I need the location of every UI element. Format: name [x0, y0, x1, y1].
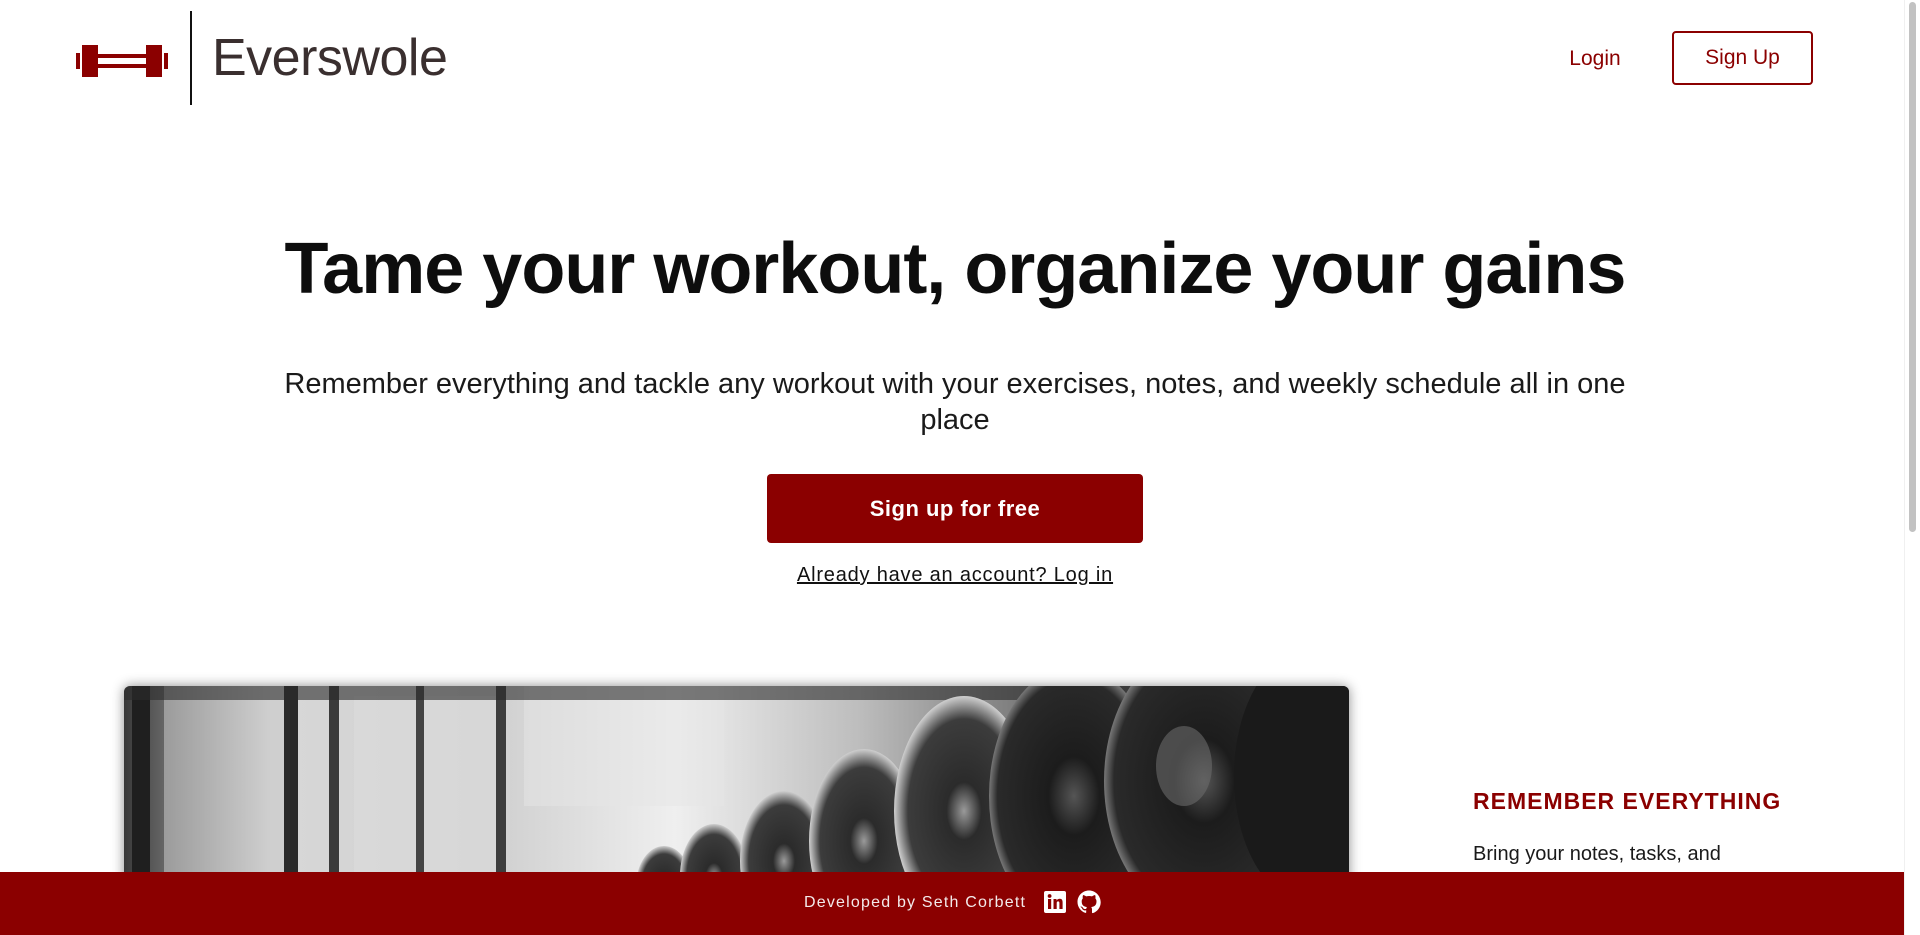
gym-dumbbells-image: [124, 686, 1349, 886]
site-header: Everswole Login Sign Up: [0, 0, 1904, 118]
hero-subtitle: Remember everything and tackle any worko…: [284, 368, 1626, 436]
brand-name[interactable]: Everswole: [212, 26, 448, 90]
scrollbar-thumb[interactable]: [1909, 2, 1916, 532]
github-icon[interactable]: [1077, 890, 1101, 914]
feature-body: Bring your notes, tasks, and: [1473, 843, 1721, 865]
site-footer: Developed by Seth Corbett: [0, 872, 1904, 935]
signup-free-button[interactable]: Sign up for free: [767, 474, 1143, 543]
barbell-logo-icon[interactable]: [76, 44, 168, 78]
logo-divider: [190, 11, 192, 105]
signup-button[interactable]: Sign Up: [1672, 31, 1813, 85]
existing-account-login-link[interactable]: Already have an account? Log in: [0, 561, 1910, 589]
developer-credit: Developed by Seth Corbett: [804, 894, 1027, 911]
linkedin-icon[interactable]: [1044, 891, 1066, 913]
feature-heading: REMEMBER EVERYTHING: [1473, 788, 1782, 814]
hero-title: Tame your workout, organize your gains: [284, 229, 1627, 309]
page: Everswole Login Sign Up Tame your workou…: [0, 0, 1920, 935]
login-link[interactable]: Login: [1560, 44, 1630, 74]
